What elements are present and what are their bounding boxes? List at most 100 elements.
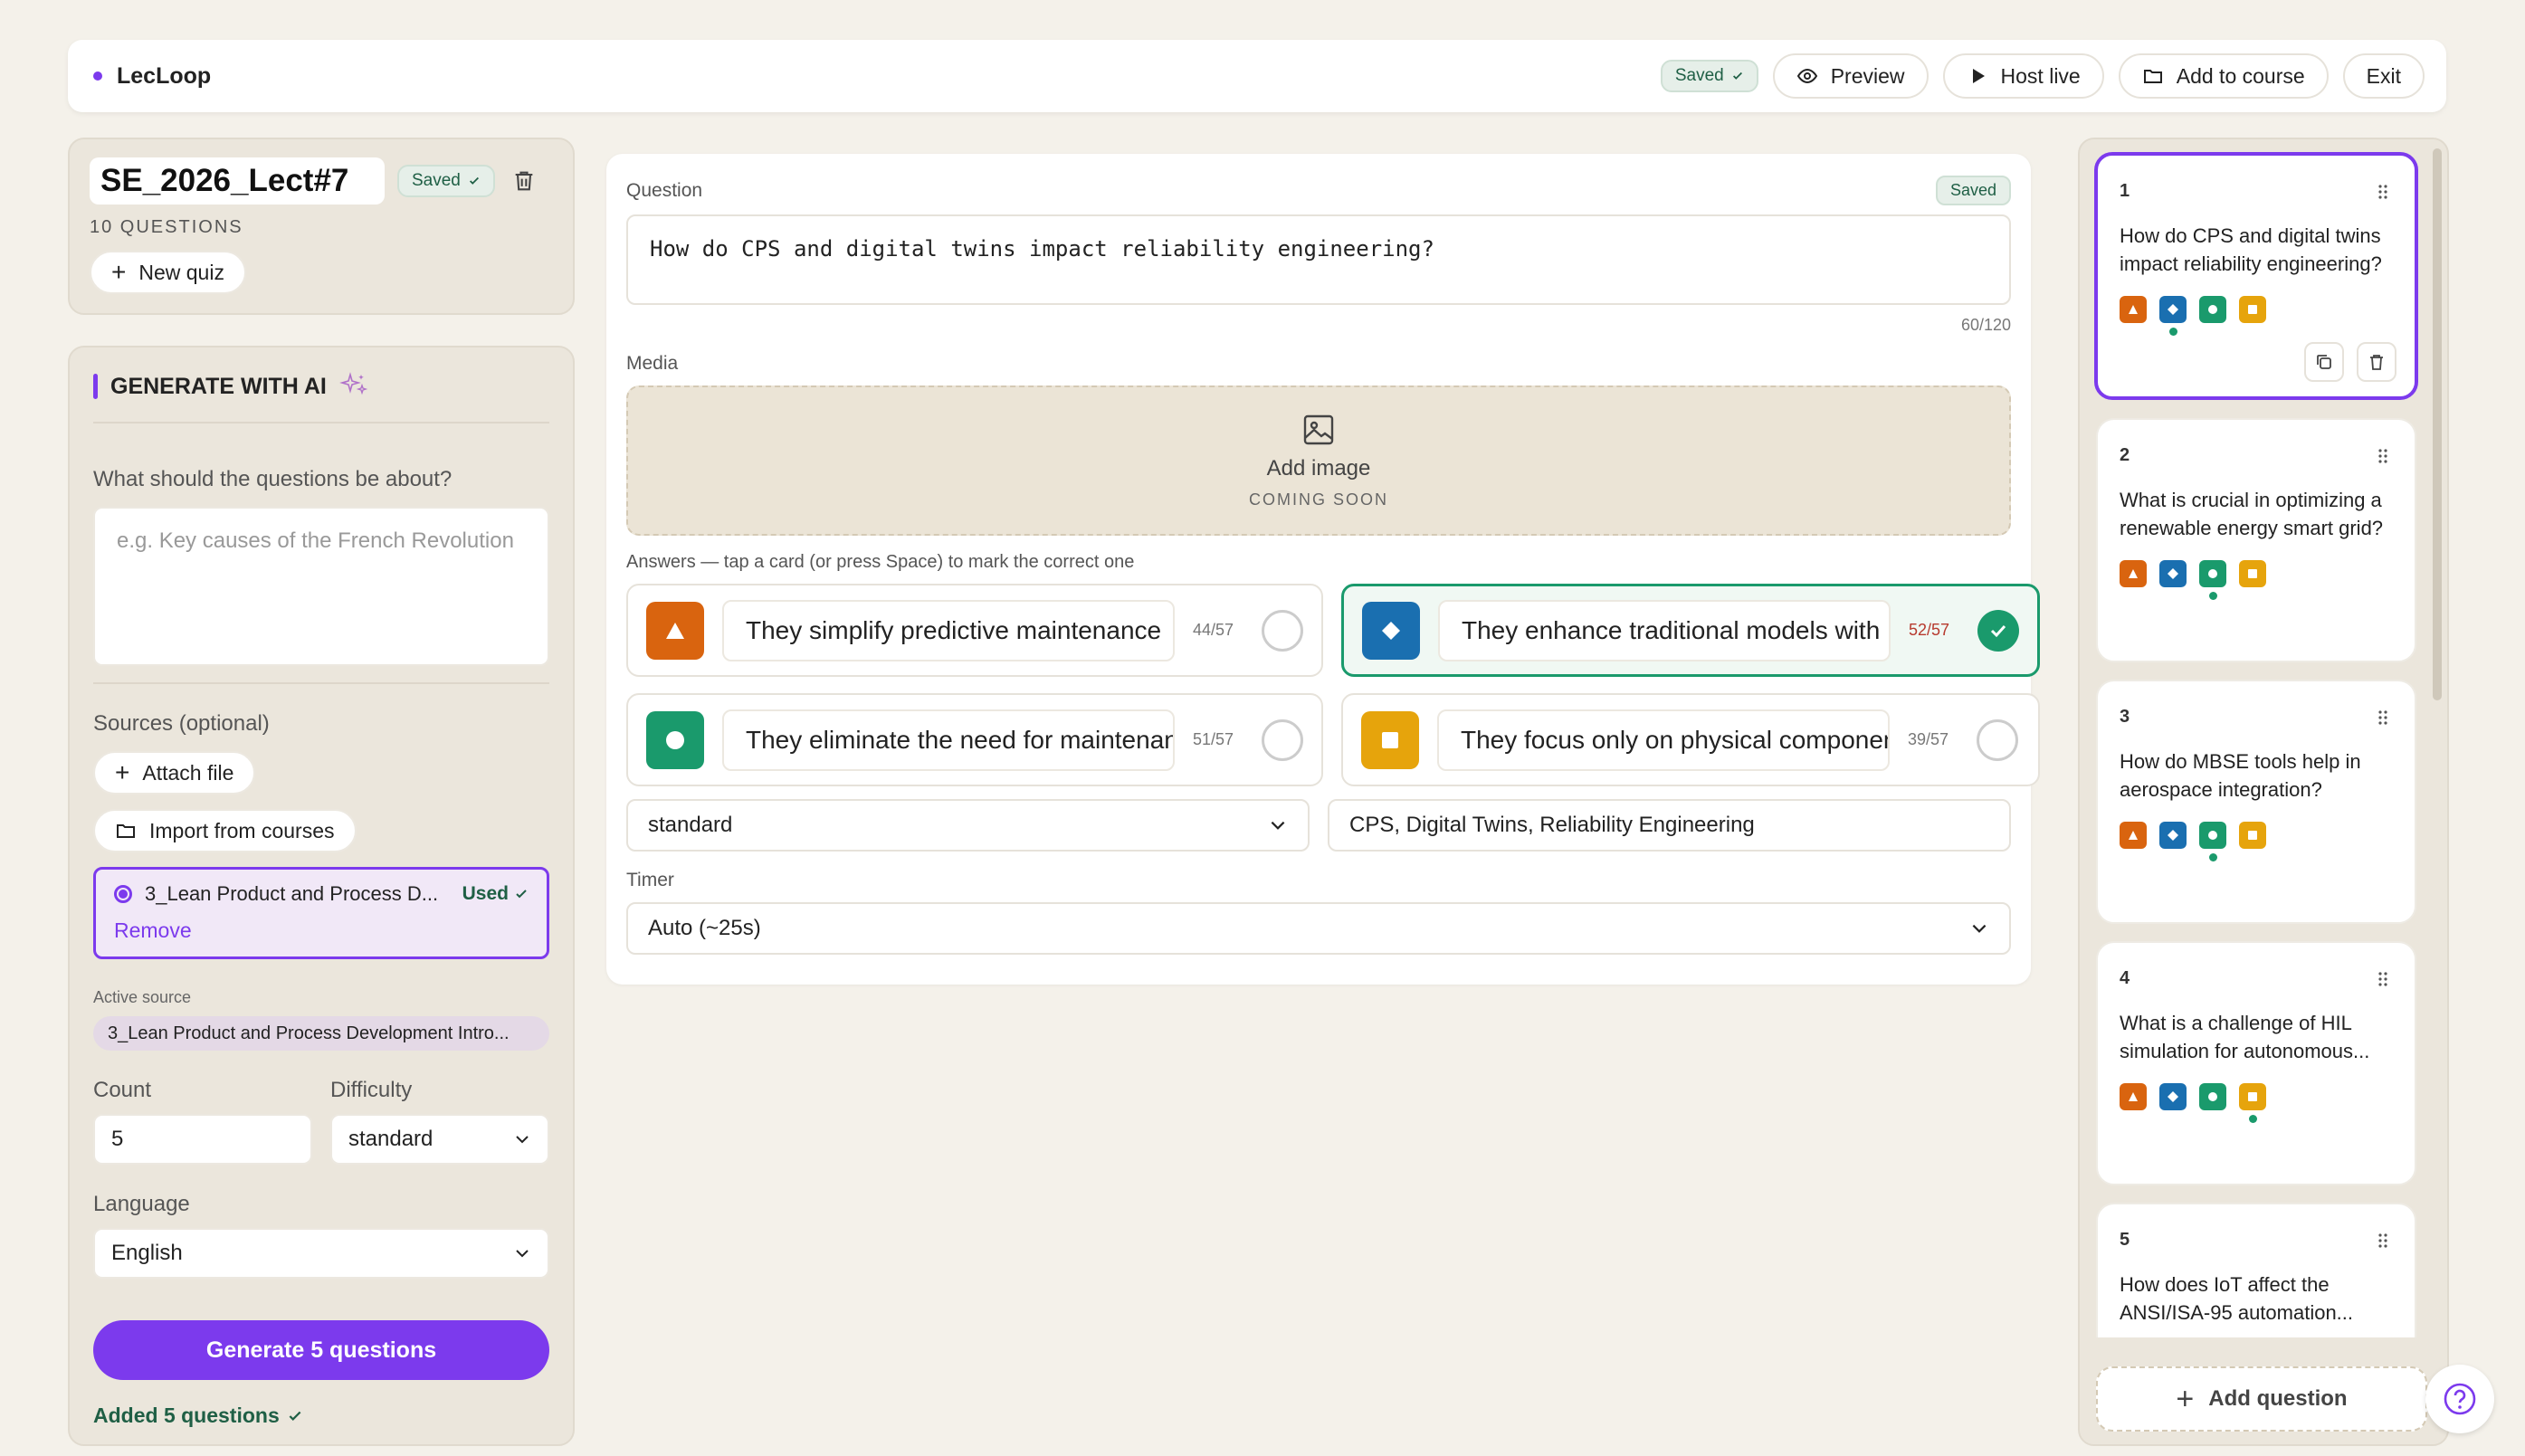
question-card[interactable]: 4 What is a challenge of HIL simulation … <box>2096 941 2416 1185</box>
mark-correct-toggle[interactable] <box>1977 718 2018 761</box>
check-icon <box>289 1411 301 1421</box>
difficulty-label: Difficulty <box>330 1078 413 1102</box>
add-to-course-button[interactable]: Add to course <box>2118 53 2329 99</box>
question-card[interactable]: 2 What is crucial in optimizing a renewa… <box>2096 418 2416 662</box>
answer-card-diamond[interactable]: They enhance traditional models with 52/… <box>1341 584 2040 677</box>
triangle-icon <box>2120 822 2147 849</box>
topic-input[interactable]: e.g. Key causes of the French Revolution <box>93 507 549 666</box>
answer-input[interactable]: They enhance traditional models with <box>1438 599 1891 661</box>
media-dropzone[interactable]: Add image COMING SOON <box>626 385 2011 536</box>
answer-card-circle[interactable]: They eliminate the need for maintenance … <box>626 693 1323 786</box>
brand[interactable]: LecLoop <box>93 63 211 90</box>
question-textarea[interactable]: How do CPS and digital twins impact reli… <box>626 214 2011 305</box>
scrollbar[interactable] <box>2433 148 2442 700</box>
attach-file-label: Attach file <box>142 760 234 785</box>
check-icon <box>1990 624 2006 637</box>
answer-input[interactable]: They focus only on physical components <box>1437 709 1890 771</box>
chevron-down-icon <box>1972 924 1987 933</box>
add-image-label: Add image <box>1266 455 1371 481</box>
quiz-info-card: SE_2026_Lect#7 Saved 10 QUESTIONS + New … <box>68 138 575 315</box>
circle-icon <box>2199 822 2226 861</box>
tags-value: CPS, Digital Twins, Reliability Engineer… <box>1349 813 1755 837</box>
plus-icon: + <box>111 258 127 286</box>
active-source-label: Active source <box>93 988 192 1006</box>
remove-source-link[interactable]: Remove <box>114 918 529 943</box>
list-fade <box>2080 1337 2447 1350</box>
question-list-panel: 1 How do CPS and digital twins impact re… <box>2078 138 2449 1446</box>
import-courses-button[interactable]: Import from courses <box>93 809 357 852</box>
triangle-icon <box>2120 560 2147 587</box>
attach-file-button[interactable]: + Attach file <box>93 751 256 795</box>
new-quiz-button[interactable]: + New quiz <box>90 251 246 294</box>
copy-icon <box>2317 355 2331 369</box>
diamond-icon <box>2159 560 2187 587</box>
top-bar: LecLoop Saved Preview Host live Add to c… <box>68 40 2446 112</box>
answer-card-triangle[interactable]: They simplify predictive maintenance 44/… <box>626 584 1323 677</box>
exit-button[interactable]: Exit <box>2342 53 2425 99</box>
triangle-icon <box>2120 296 2147 323</box>
answer-char-count: 52/57 <box>1909 621 1950 639</box>
play-icon <box>1972 69 1985 83</box>
count-input[interactable]: 5 <box>93 1114 312 1165</box>
quiz-title-input[interactable]: SE_2026_Lect#7 <box>90 157 385 205</box>
answer-shapes <box>2120 1083 2393 1123</box>
eye-icon <box>1796 68 1817 84</box>
answer-card-square[interactable]: They focus only on physical components 3… <box>1341 693 2040 786</box>
question-number: 3 <box>2120 707 2130 727</box>
question-card[interactable]: 3 How do MBSE tools help in aerospace in… <box>2096 680 2416 924</box>
chevron-down-icon <box>516 1136 529 1144</box>
language-select[interactable]: English <box>93 1228 549 1279</box>
check-icon <box>469 176 479 185</box>
mark-correct-toggle[interactable] <box>1262 609 1303 652</box>
answer-shapes <box>2120 822 2393 861</box>
chevron-down-icon <box>1271 821 1285 830</box>
drag-handle-icon[interactable] <box>2373 708 2393 728</box>
timer-select[interactable]: Auto (~25s) <box>626 902 2011 955</box>
image-icon <box>1303 414 1334 444</box>
question-difficulty-select[interactable]: standard <box>626 799 1310 852</box>
timer-value: Auto (~25s) <box>648 916 761 940</box>
new-quiz-label: New quiz <box>138 260 224 284</box>
quiz-saved-label: Saved <box>412 171 461 190</box>
preview-button[interactable]: Preview <box>1772 53 1929 99</box>
mark-correct-toggle[interactable] <box>1977 609 2019 652</box>
duplicate-question-button[interactable] <box>2304 342 2344 382</box>
drag-handle-icon[interactable] <box>2373 182 2393 202</box>
language-label: Language <box>93 1192 190 1216</box>
answer-input[interactable]: They eliminate the need for maintenance <box>722 709 1175 771</box>
answer-char-count: 44/57 <box>1193 621 1234 639</box>
check-icon <box>516 890 527 899</box>
question-label: Question <box>626 179 703 201</box>
drag-handle-icon[interactable] <box>2373 969 2393 989</box>
help-button[interactable] <box>2425 1365 2494 1433</box>
added-status-label: Added 5 questions <box>93 1404 280 1427</box>
drag-handle-icon[interactable] <box>2373 446 2393 466</box>
difficulty-value: standard <box>348 1127 434 1151</box>
tags-input[interactable]: CPS, Digital Twins, Reliability Engineer… <box>1328 799 2011 852</box>
source-radio[interactable] <box>114 885 132 903</box>
delete-quiz-button[interactable] <box>508 165 540 197</box>
square-icon <box>2239 296 2266 323</box>
host-live-button[interactable]: Host live <box>1942 53 2104 99</box>
diamond-icon <box>2159 296 2187 336</box>
circle-icon <box>2199 296 2226 323</box>
mark-correct-toggle[interactable] <box>1262 718 1303 761</box>
add-question-button[interactable]: + Add question <box>2096 1366 2427 1432</box>
source-buttons: + Attach file <box>93 737 549 795</box>
delete-question-button[interactable] <box>2357 342 2396 382</box>
quiz-saved-badge: Saved <box>397 165 495 197</box>
triangle-icon <box>2120 1083 2147 1110</box>
answers-grid: They simplify predictive maintenance 44/… <box>626 584 2040 786</box>
answer-input[interactable]: They simplify predictive maintenance <box>722 599 1175 661</box>
circle-icon <box>646 710 704 769</box>
difficulty-select[interactable]: standard <box>330 1114 549 1165</box>
media-label: Media <box>626 353 679 374</box>
generate-questions-button[interactable]: Generate 5 questions <box>93 1320 549 1380</box>
chevron-down-icon <box>516 1250 529 1258</box>
generate-ai-panel: GENERATE WITH AI What should the questio… <box>68 346 575 1446</box>
selected-source-card[interactable]: 3_Lean Product and Process D... Used Rem… <box>93 867 549 959</box>
question-card[interactable]: 1 How do CPS and digital twins impact re… <box>2094 152 2418 400</box>
added-status: Added 5 questions <box>93 1404 549 1428</box>
check-icon <box>1732 71 1742 80</box>
drag-handle-icon[interactable] <box>2373 1231 2393 1251</box>
